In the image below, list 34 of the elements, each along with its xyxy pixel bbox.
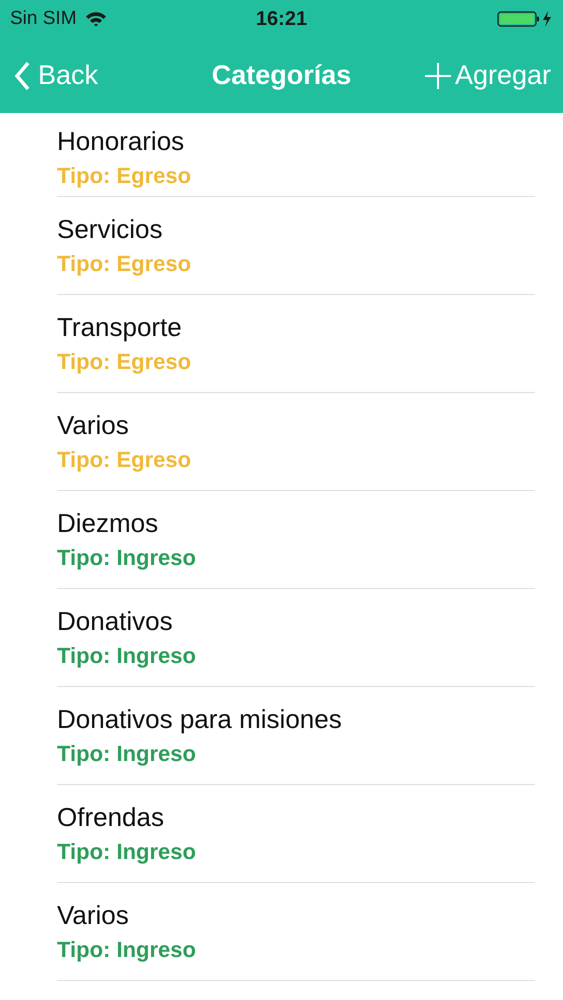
category-row[interactable]: Transporte Tipo: Egreso bbox=[57, 295, 535, 393]
category-type: Tipo: Ingreso bbox=[57, 937, 197, 963]
charging-battery-icon bbox=[497, 10, 553, 28]
category-name: Transporte bbox=[57, 312, 183, 343]
category-row[interactable]: Ofrendas Tipo: Ingreso bbox=[57, 785, 535, 883]
category-type: Tipo: Egreso bbox=[57, 251, 192, 277]
category-type: Tipo: Egreso bbox=[57, 163, 192, 189]
category-row[interactable]: Honorarios Tipo: Egreso bbox=[57, 113, 535, 197]
category-name: Honorarios bbox=[57, 126, 186, 157]
category-row[interactable]: Diezmos Tipo: Ingreso bbox=[57, 491, 535, 589]
category-type: Tipo: Ingreso bbox=[57, 741, 197, 767]
category-name: Donativos para misiones bbox=[57, 704, 343, 735]
category-type: Tipo: Ingreso bbox=[57, 643, 197, 669]
category-type: Tipo: Ingreso bbox=[57, 545, 197, 571]
category-row[interactable]: Servicios Tipo: Egreso bbox=[57, 197, 535, 295]
category-row[interactable]: Donativos para misiones Tipo: Ingreso bbox=[57, 687, 535, 785]
category-name: Donativos bbox=[57, 606, 174, 637]
category-row[interactable]: Varios Tipo: Ingreso bbox=[57, 883, 535, 981]
category-type: Tipo: Egreso bbox=[57, 447, 192, 473]
category-name: Diezmos bbox=[57, 508, 160, 539]
plus-icon bbox=[424, 62, 451, 88]
clock-time: 16:21 bbox=[256, 8, 308, 30]
category-name: Ofrendas bbox=[57, 802, 165, 833]
screen-title: Categorías bbox=[212, 60, 352, 91]
category-type: Tipo: Egreso bbox=[57, 349, 192, 375]
category-type: Tipo: Ingreso bbox=[57, 839, 197, 865]
category-row[interactable]: Donativos Tipo: Ingreso bbox=[57, 589, 535, 687]
category-row[interactable]: Varios Tipo: Egreso bbox=[57, 393, 535, 491]
category-name: Varios bbox=[57, 900, 130, 931]
category-name: Servicios bbox=[57, 214, 164, 245]
wifi-icon bbox=[84, 11, 107, 27]
carrier-label: Sin SIM bbox=[10, 8, 77, 30]
chevron-left-icon bbox=[14, 60, 30, 90]
category-name: Varios bbox=[57, 410, 130, 441]
